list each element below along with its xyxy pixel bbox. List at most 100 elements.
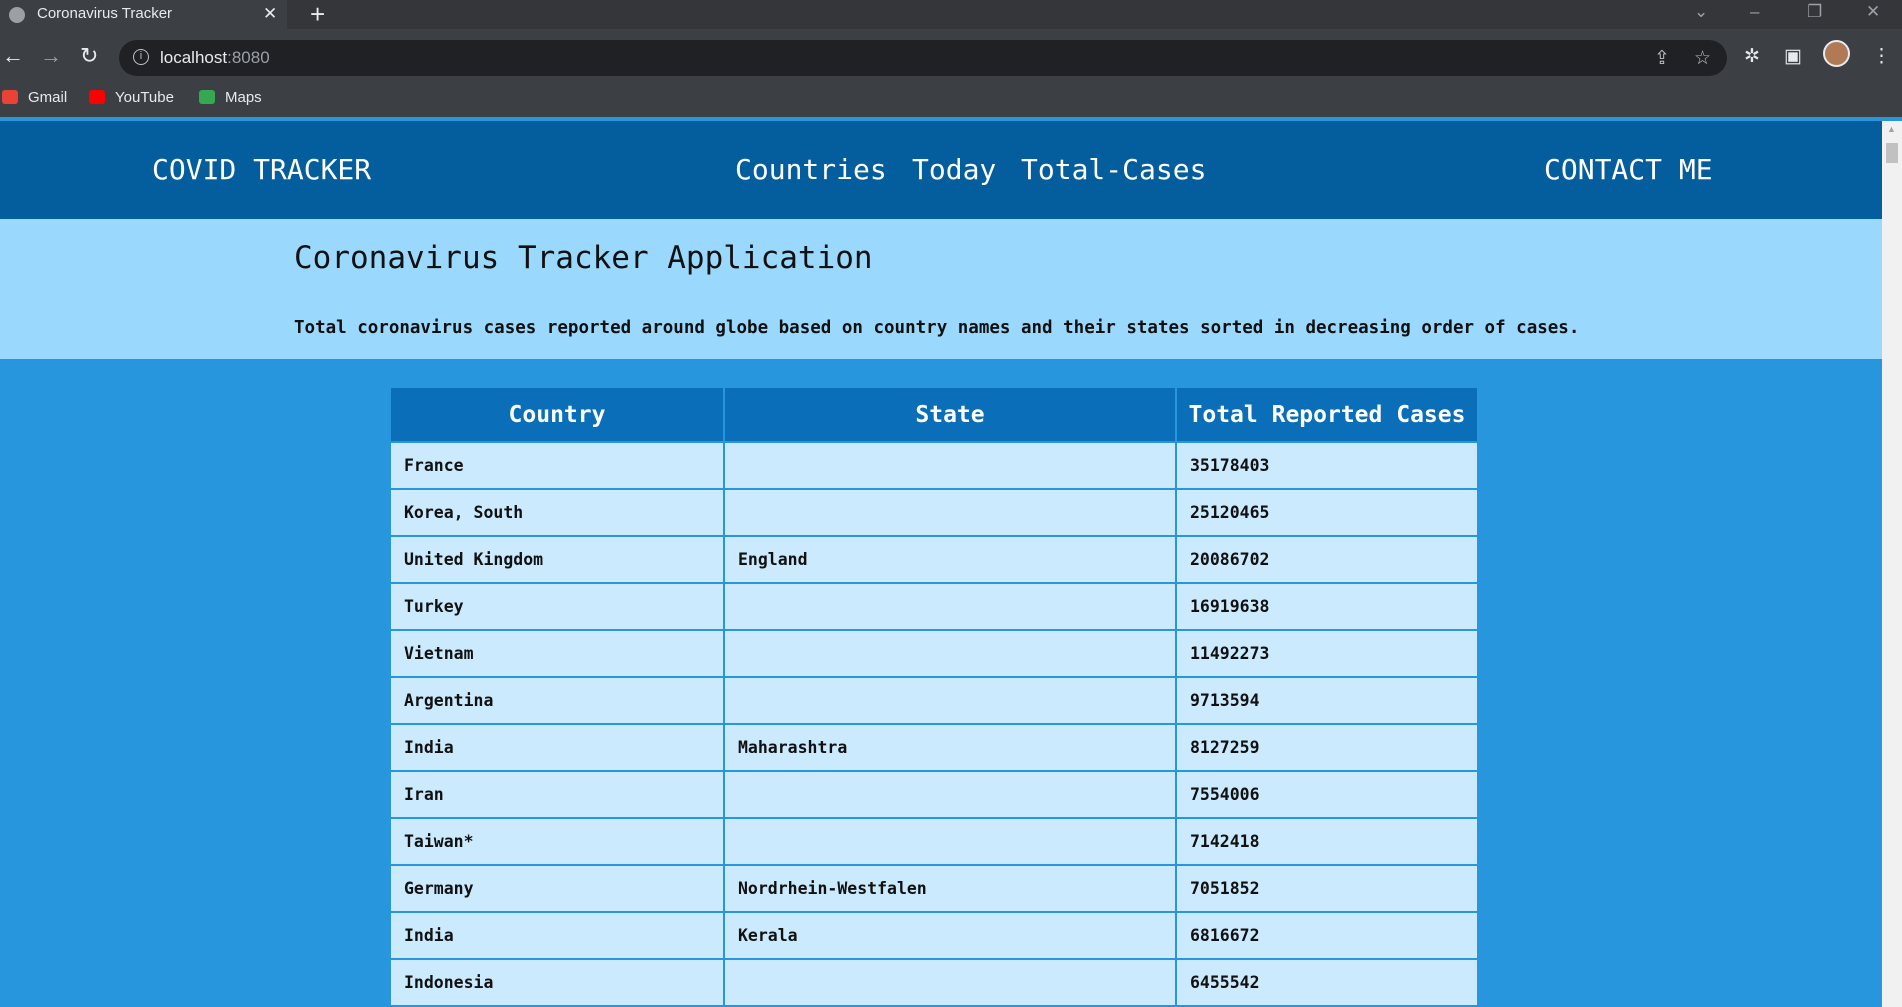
country-cell: Korea, South (389, 488, 725, 537)
nav-link-today[interactable]: Today (912, 153, 996, 186)
country-cell: Indonesia (389, 958, 725, 1007)
bookmark-gmail[interactable]: Gmail (2, 89, 67, 107)
nav-link-contact[interactable]: CONTACT ME (1544, 153, 1713, 186)
url-port: :8080 (227, 48, 270, 67)
bookmark-label: Gmail (28, 89, 68, 106)
restore-icon[interactable]: ❐ (1807, 2, 1822, 22)
site-info-icon[interactable]: i (133, 49, 149, 65)
table-row: Turkey 16919638 (389, 582, 1479, 631)
country-cell: France (389, 441, 725, 490)
close-tab-icon[interactable]: ✕ (263, 4, 277, 24)
browser-tab[interactable]: Coronavirus Tracker ✕ (0, 0, 287, 29)
country-cell: United Kingdom (389, 535, 725, 584)
column-header-total-cases: Total Reported Cases (1175, 386, 1479, 443)
country-cell: Iran (389, 770, 725, 819)
globe-icon (9, 7, 25, 23)
bookmark-label: Maps (225, 89, 262, 106)
country-cell: India (389, 723, 725, 772)
bookmark-star-icon[interactable]: ☆ (1694, 47, 1711, 70)
youtube-icon (89, 90, 105, 104)
address-bar[interactable]: i localhost:8080 ⇪ ☆ (119, 40, 1727, 76)
site-navbar: COVID TRACKER Countries Today Total-Case… (0, 121, 1882, 219)
share-icon[interactable]: ⇪ (1654, 47, 1670, 70)
country-cell: India (389, 911, 725, 960)
side-panel-icon[interactable]: ▣ (1784, 45, 1802, 68)
state-cell (723, 770, 1177, 819)
table-row: Taiwan* 7142418 (389, 817, 1479, 866)
reload-icon[interactable]: ↻ (80, 43, 98, 69)
cases-table: Country State Total Reported Cases Franc… (389, 386, 1479, 1007)
table-row: Germany Nordrhein-Westfalen 7051852 (389, 864, 1479, 913)
total-cases-cell: 7051852 (1175, 864, 1479, 913)
menu-icon[interactable]: ⋮ (1872, 45, 1891, 68)
country-cell: Argentina (389, 676, 725, 725)
state-cell: Maharashtra (723, 723, 1177, 772)
state-cell (723, 676, 1177, 725)
state-cell (723, 817, 1177, 866)
gmail-icon (2, 90, 18, 104)
intro-section: Coronavirus Tracker Application Total co… (0, 219, 1882, 359)
total-cases-cell: 20086702 (1175, 535, 1479, 584)
table-row: Vietnam 11492273 (389, 629, 1479, 678)
table-row: Korea, South 25120465 (389, 488, 1479, 537)
state-cell (723, 582, 1177, 631)
table-row: Indonesia 6455542 (389, 958, 1479, 1007)
column-header-state: State (723, 386, 1177, 443)
total-cases-cell: 16919638 (1175, 582, 1479, 631)
total-cases-cell: 35178403 (1175, 441, 1479, 490)
country-cell: Vietnam (389, 629, 725, 678)
total-cases-cell: 11492273 (1175, 629, 1479, 678)
bookmark-label: YouTube (115, 89, 174, 106)
nav-link-total-cases[interactable]: Total-Cases (1021, 153, 1206, 186)
page-scrollbar[interactable]: ▲ (1882, 121, 1902, 1007)
total-cases-cell: 9713594 (1175, 676, 1479, 725)
brand-link[interactable]: COVID TRACKER (152, 153, 371, 186)
state-cell (723, 629, 1177, 678)
total-cases-cell: 7554006 (1175, 770, 1479, 819)
state-cell: Nordrhein-Westfalen (723, 864, 1177, 913)
country-cell: Turkey (389, 582, 725, 631)
minimize-icon[interactable]: – (1750, 2, 1759, 22)
total-cases-cell: 8127259 (1175, 723, 1479, 772)
total-cases-cell: 6816672 (1175, 911, 1479, 960)
table-row: Iran 7554006 (389, 770, 1479, 819)
country-cell: Germany (389, 864, 725, 913)
url-text[interactable]: localhost:8080 (160, 48, 270, 68)
scroll-up-arrow-icon[interactable]: ▲ (1887, 124, 1896, 134)
table-row: Argentina 9713594 (389, 676, 1479, 725)
total-cases-cell: 6455542 (1175, 958, 1479, 1007)
country-cell: Taiwan* (389, 817, 725, 866)
profile-avatar[interactable] (1823, 40, 1850, 67)
state-cell (723, 488, 1177, 537)
scrollbar-thumb[interactable] (1886, 143, 1898, 163)
state-cell: Kerala (723, 911, 1177, 960)
bookmark-maps[interactable]: Maps (199, 89, 262, 107)
state-cell (723, 958, 1177, 1007)
browser-tabstrip: Coronavirus Tracker ✕ + ⌄ – ❐ ✕ (0, 0, 1902, 29)
maps-icon (199, 90, 215, 104)
url-host: localhost (160, 48, 228, 67)
new-tab-icon[interactable]: + (310, 0, 325, 30)
table-row: India Maharashtra 8127259 (389, 723, 1479, 772)
state-cell: England (723, 535, 1177, 584)
close-window-icon[interactable]: ✕ (1866, 2, 1880, 22)
column-header-country: Country (389, 386, 725, 443)
table-row: France 35178403 (389, 441, 1479, 490)
table-row: United Kingdom England 20086702 (389, 535, 1479, 584)
page-title: Coronavirus Tracker Application (294, 240, 873, 276)
total-cases-cell: 7142418 (1175, 817, 1479, 866)
browser-toolbar: ← → ↻ i localhost:8080 ⇪ ☆ ✲ ▣ ⋮ Gmail Y… (0, 29, 1902, 117)
table-header-row: Country State Total Reported Cases (389, 386, 1479, 443)
state-cell (723, 441, 1177, 490)
total-cases-cell: 25120465 (1175, 488, 1479, 537)
table-row: India Kerala 6816672 (389, 911, 1479, 960)
tab-title: Coronavirus Tracker (37, 5, 173, 22)
nav-link-countries[interactable]: Countries (735, 153, 887, 186)
forward-icon[interactable]: → (40, 43, 62, 69)
page-viewport: COVID TRACKER Countries Today Total-Case… (0, 121, 1882, 1007)
bookmark-youtube[interactable]: YouTube (89, 89, 174, 107)
tab-search-icon[interactable]: ⌄ (1694, 2, 1708, 22)
page-description: Total coronavirus cases reported around … (294, 318, 1580, 338)
back-icon[interactable]: ← (2, 43, 24, 69)
extensions-icon[interactable]: ✲ (1744, 45, 1760, 68)
